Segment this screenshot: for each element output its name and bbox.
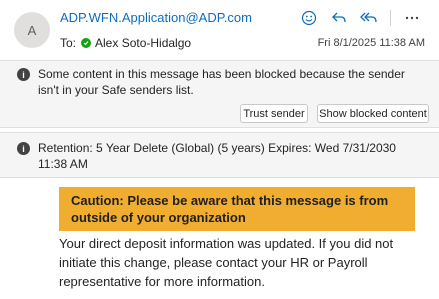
sent-date: Fri 8/1/2025 11:38 AM [317, 37, 425, 49]
to-label: To: [60, 36, 77, 50]
sender-avatar[interactable]: A [14, 12, 50, 48]
retention-banner: i Retention: 5 Year Delete (Global) (5 y… [0, 132, 439, 178]
external-caution-banner: Caution: Please be aware that this messa… [59, 187, 415, 231]
actions-divider [390, 10, 391, 26]
message-header: A ADP.WFN.Application@ADP.com To: Alex S… [0, 0, 439, 60]
info-icon: i [17, 142, 30, 155]
show-blocked-content-button[interactable]: Show blocked content [317, 104, 429, 123]
more-icon[interactable] [401, 8, 423, 28]
reply-icon[interactable] [328, 8, 350, 28]
presence-available-icon [81, 38, 92, 48]
emoji-icon[interactable] [298, 8, 320, 28]
reply-all-icon[interactable] [358, 8, 380, 28]
retention-message: Retention: 5 Year Delete (Global) (5 yea… [38, 141, 396, 171]
recipients-row: To: Alex Soto-Hidalgo [60, 36, 191, 50]
sender-address[interactable]: ADP.WFN.Application@ADP.com [60, 10, 252, 25]
message-actions [298, 8, 423, 28]
email-body-text: Your direct deposit information was upda… [59, 236, 394, 289]
recipient-name[interactable]: Alex Soto-Hidalgo [95, 36, 191, 50]
blocked-content-message: Some content in this message has been bl… [38, 67, 405, 97]
info-icon: i [17, 68, 30, 81]
trust-sender-button[interactable]: Trust sender [240, 104, 308, 123]
